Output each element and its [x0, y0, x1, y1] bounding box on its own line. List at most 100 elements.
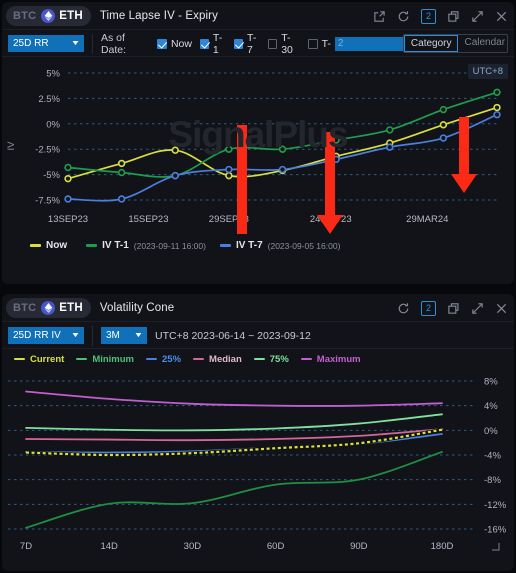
svg-text:-12%: -12%: [484, 500, 507, 511]
checkbox-t30-box[interactable]: [268, 38, 278, 49]
category-calendar-toggle: Category Calendar: [402, 34, 508, 53]
checkbox-t1-box[interactable]: [199, 38, 209, 49]
svg-text:8%: 8%: [484, 377, 498, 388]
y-axis-title: IV: [5, 141, 17, 150]
legend-item-iv-t7[interactable]: IV T-7 (2023-09-05 16:00): [219, 240, 340, 251]
checkbox-now-label: Now: [170, 37, 192, 50]
legend-swatch-25pct: [146, 357, 158, 361]
count-badge[interactable]: 2: [421, 8, 436, 24]
panel-bottom-toolbar: 2: [397, 300, 508, 316]
legend-label-current: Current: [30, 353, 65, 365]
checkbox-now-box[interactable]: [156, 38, 167, 49]
refresh-icon-2[interactable]: [397, 302, 410, 315]
t-custom-input[interactable]: [334, 36, 403, 51]
metric-select-2[interactable]: 25D RR IV ▼: [8, 327, 84, 344]
legend-label-75pct: 75%: [269, 353, 289, 365]
checkbox-t7[interactable]: T-7: [234, 32, 260, 56]
legend-label-iv-t1: IV T-1: [102, 240, 129, 251]
toggle-category[interactable]: Category: [403, 35, 459, 52]
legend-label-median: Median: [209, 353, 242, 365]
checkbox-t-custom[interactable]: T-: [307, 36, 403, 51]
legend-swatch-current: [14, 357, 25, 361]
panel-top-title: Time Lapse IV - Expiry: [99, 10, 218, 22]
close-icon-2[interactable]: [495, 302, 508, 315]
period-select-value: 3M: [106, 330, 120, 341]
period-select[interactable]: 3M ▼: [101, 327, 147, 344]
checkbox-t1-label: T-1: [212, 31, 223, 56]
metric-select-2-value: 25D RR IV: [13, 330, 61, 341]
svg-text:0%: 0%: [46, 119, 60, 130]
svg-text:2.5%: 2.5%: [38, 94, 60, 105]
panel-top-controls: 25D RR ▼ As of Date: Now T-1 T-7 T-30 T-…: [2, 30, 514, 57]
svg-text:14D: 14D: [100, 541, 118, 552]
svg-text:-2.5%: -2.5%: [35, 145, 60, 156]
copy-icon-2[interactable]: [447, 302, 460, 315]
svg-text:-7.5%: -7.5%: [35, 196, 60, 207]
legend-item-maximum[interactable]: Maximum: [300, 354, 361, 365]
svg-text:15SEP23: 15SEP23: [128, 214, 168, 225]
legend-item-current[interactable]: Current: [14, 354, 64, 365]
panel-bottom-header: BTC ETH Volatility Cone 2: [2, 294, 514, 322]
volatility-cone-chart[interactable]: 8% 4% 0% -4% -8% -12% -16% 7D 14D 30D 60D 90D 180D: [2, 369, 514, 559]
legend-swatch-iv-t7: [219, 244, 231, 247]
pair-selector[interactable]: BTC ETH: [6, 6, 91, 26]
panel-top-toolbar: 2: [373, 8, 508, 24]
legend-swatch-median: [193, 357, 205, 361]
external-link-icon[interactable]: [373, 10, 386, 23]
legend-item-now[interactable]: Now: [30, 240, 72, 251]
legend-label-iv-t7: IV T-7: [235, 240, 263, 251]
time-lapse-iv-panel: BTC ETH Time Lapse IV - Expiry 2 25D RR …: [2, 2, 514, 284]
legend-item-iv-t1[interactable]: IV T-1 (2023-09-11 16:00): [86, 240, 206, 251]
time-lapse-chart[interactable]: SignalPlus UTC+8 IV 5% 2.5% 0% -2.5% -5% -7.5…: [2, 57, 514, 234]
time-lapse-plot: 5%2.5%0%-2.5%-5%-7.5%13SEP23 15SEP23 29SEP…: [35, 69, 501, 234]
checkbox-t-custom-box[interactable]: [307, 38, 318, 49]
checkbox-now[interactable]: Now: [156, 37, 192, 50]
close-icon[interactable]: [495, 10, 508, 23]
checkbox-t-custom-label: T-: [321, 37, 331, 50]
date-range-label: UTC+8 2023-06-14 ~ 2023-09-12: [155, 329, 311, 342]
checkbox-t30-label: T-30: [281, 31, 293, 56]
legend-swatch-maximum: [300, 357, 312, 361]
as-of-date-label: As of Date:: [100, 31, 127, 56]
as-of-date-checkbox-group: Now T-1 T-7 T-30 T-: [156, 31, 403, 56]
count-badge-2[interactable]: 2: [421, 300, 436, 316]
time-lapse-legend: Now IV T-1 (2023-09-11 16:00) IV T-7 (20…: [2, 240, 514, 251]
expand-icon-2[interactable]: [471, 302, 484, 315]
legend-swatch-75pct: [253, 357, 265, 361]
svg-text:-16%: -16%: [484, 525, 507, 536]
panel-bottom-controls: 25D RR IV ▼ 3M ▼ UTC+8 2023-06-14 ~ 2023…: [2, 322, 514, 349]
refresh-icon[interactable]: [397, 10, 410, 23]
checkbox-t7-box[interactable]: [234, 38, 244, 49]
pair-selector-2[interactable]: BTC ETH: [6, 298, 91, 318]
svg-text:29MAR24: 29MAR24: [406, 214, 448, 225]
chevron-down-icon: ▼: [70, 40, 81, 47]
pair-btc-label-2[interactable]: BTC: [13, 302, 36, 314]
panel-bottom-title: Volatility Cone: [99, 302, 175, 314]
metric-select-value: 25D RR: [13, 38, 49, 49]
pair-eth-label[interactable]: ETH: [59, 10, 83, 22]
checkbox-t1[interactable]: T-1: [199, 31, 226, 56]
controls-divider-2: [2, 348, 514, 349]
toggle-calendar[interactable]: Calendar: [458, 35, 507, 52]
metric-select[interactable]: 25D RR ▼: [8, 35, 84, 52]
legend-item-25pct[interactable]: 25%: [146, 354, 181, 365]
expand-icon[interactable]: [471, 10, 484, 23]
legend-swatch-iv-t1: [86, 244, 98, 247]
legend-label-25pct: 25%: [162, 353, 182, 365]
copy-icon[interactable]: [447, 10, 460, 23]
legend-sub-iv-t1: (2023-09-11 16:00): [133, 240, 206, 251]
svg-text:5%: 5%: [46, 69, 60, 80]
pair-btc-label[interactable]: BTC: [13, 10, 36, 22]
svg-text:-8%: -8%: [484, 475, 501, 486]
svg-text:90D: 90D: [350, 541, 368, 552]
svg-text:-5%: -5%: [43, 170, 60, 181]
svg-text:7D: 7D: [20, 541, 32, 552]
svg-text:4%: 4%: [484, 401, 498, 412]
checkbox-t30[interactable]: T-30: [268, 32, 299, 56]
legend-swatch-minimum: [76, 357, 88, 361]
legend-item-minimum[interactable]: Minimum: [76, 354, 134, 365]
svg-text:0%: 0%: [484, 426, 498, 437]
legend-item-75pct[interactable]: 75%: [253, 353, 289, 365]
pair-eth-label-2[interactable]: ETH: [59, 302, 83, 314]
legend-item-median[interactable]: Median: [193, 354, 242, 365]
